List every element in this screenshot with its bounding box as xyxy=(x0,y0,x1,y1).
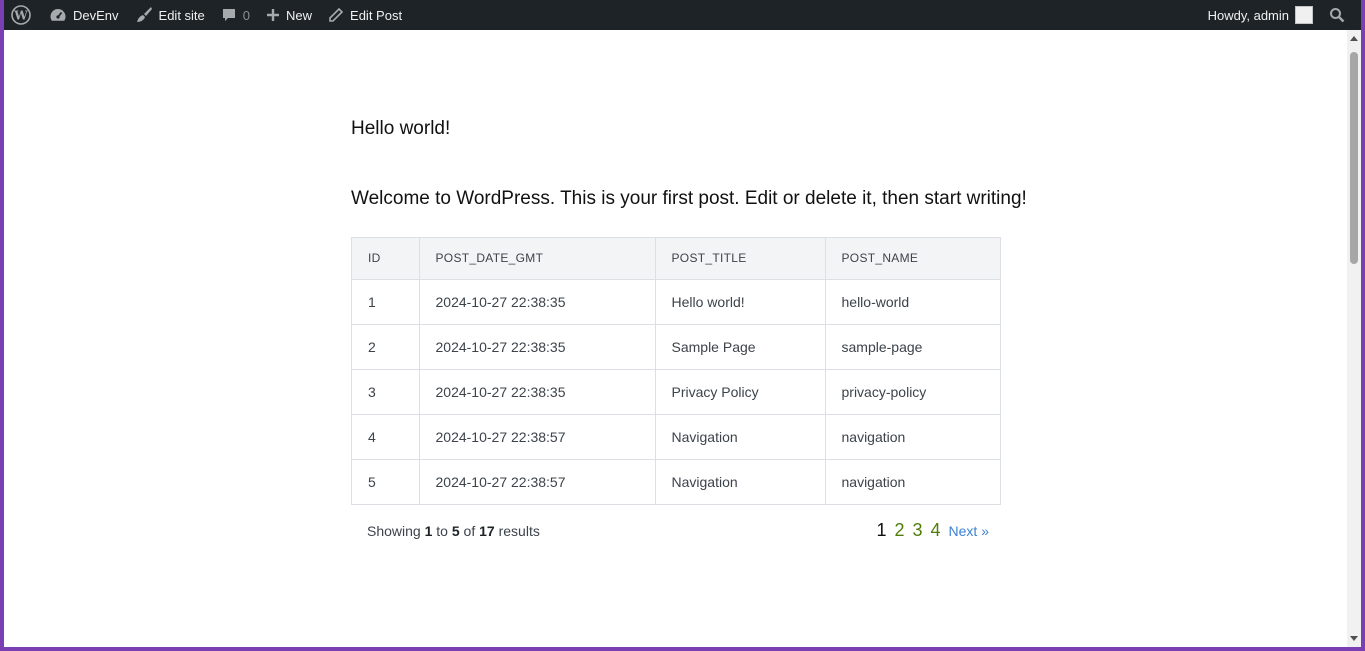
cell-post-name: sample-page xyxy=(825,324,1000,370)
my-account-menu[interactable]: Howdy, admin xyxy=(1200,0,1323,30)
search-button[interactable] xyxy=(1323,0,1361,30)
cell-post-title: Sample Page xyxy=(655,324,826,370)
pencil-icon xyxy=(328,7,344,23)
site-name-label: DevEnv xyxy=(73,7,119,23)
range-from: 1 xyxy=(424,522,433,539)
cell-post-name: navigation xyxy=(825,414,1000,460)
scrollbar-thumb[interactable] xyxy=(1350,52,1358,264)
total-count: 17 xyxy=(479,522,495,539)
new-content-menu[interactable]: New xyxy=(258,0,320,30)
results-word: results xyxy=(498,522,540,539)
page-links: 1 2 3 4 Next » xyxy=(868,520,989,541)
pagination-bar: Showing 1 to 5 of 17 results 1 2 3 4 Nex… xyxy=(367,520,989,541)
cell-id: 3 xyxy=(352,369,420,415)
scroll-up-arrow-icon[interactable] xyxy=(1350,36,1358,41)
browser-viewport: W DevEnv Edit site 0 New Edit Post Howdy… xyxy=(4,0,1361,647)
cell-id: 2 xyxy=(352,324,420,370)
column-header-post-name[interactable]: POST_NAME xyxy=(825,238,1000,280)
cell-id: 4 xyxy=(352,414,420,460)
table-row: 1 2024-10-27 22:38:35 Hello world! hello… xyxy=(352,279,1000,325)
edit-post-link[interactable]: Edit Post xyxy=(320,0,410,30)
wordpress-icon: W xyxy=(11,5,31,25)
site-name-menu[interactable]: DevEnv xyxy=(41,0,127,30)
showing-prefix: Showing xyxy=(367,522,421,539)
cell-post-title: Navigation xyxy=(655,414,826,460)
results-summary: Showing 1 to 5 of 17 results xyxy=(367,523,540,539)
edit-post-label: Edit Post xyxy=(350,7,403,23)
cell-post-name: privacy-policy xyxy=(825,369,1000,415)
column-header-id[interactable]: ID xyxy=(352,238,420,280)
comments-count: 0 xyxy=(242,7,251,23)
table-row: 3 2024-10-27 22:38:35 Privacy Policy pri… xyxy=(352,369,1000,415)
page-2-link[interactable]: 2 xyxy=(894,520,904,541)
to-word: to xyxy=(436,522,448,539)
cell-post-name: hello-world xyxy=(825,279,1000,325)
new-label: New xyxy=(286,7,313,23)
brush-icon xyxy=(135,6,153,24)
cell-post-date-gmt: 2024-10-27 22:38:57 xyxy=(419,459,656,504)
cell-post-title: Hello world! xyxy=(655,279,826,325)
search-icon xyxy=(1329,7,1345,23)
cell-post-title: Navigation xyxy=(655,459,826,504)
vertical-scrollbar[interactable] xyxy=(1347,30,1361,647)
column-header-post-title[interactable]: POST_TITLE xyxy=(655,238,826,280)
cell-post-date-gmt: 2024-10-27 22:38:35 xyxy=(419,324,656,370)
scroll-down-arrow-icon[interactable] xyxy=(1350,636,1358,641)
posts-table: ID POST_DATE_GMT POST_TITLE POST_NAME 1 … xyxy=(351,237,1001,505)
cell-post-date-gmt: 2024-10-27 22:38:57 xyxy=(419,414,656,460)
wordpress-logo-button[interactable]: W xyxy=(4,0,41,30)
range-to: 5 xyxy=(451,522,460,539)
plus-icon xyxy=(266,8,280,22)
page-1-current: 1 xyxy=(876,520,887,540)
svg-text:W: W xyxy=(13,9,28,23)
table-row: 2 2024-10-27 22:38:35 Sample Page sample… xyxy=(352,324,1000,370)
post-body-text: Welcome to WordPress. This is your first… xyxy=(351,188,1027,209)
cell-id: 5 xyxy=(352,459,420,504)
column-header-post-date-gmt[interactable]: POST_DATE_GMT xyxy=(419,238,656,280)
comments-link[interactable]: 0 xyxy=(213,0,258,30)
page-4-link[interactable]: 4 xyxy=(931,520,941,541)
of-word: of xyxy=(463,522,476,539)
cell-post-date-gmt: 2024-10-27 22:38:35 xyxy=(419,369,656,415)
dashboard-gauge-icon xyxy=(49,7,67,23)
howdy-label: Howdy, admin xyxy=(1207,7,1289,23)
avatar xyxy=(1295,6,1313,24)
post-title: Hello world! xyxy=(351,118,451,139)
edit-site-label: Edit site xyxy=(158,7,205,23)
next-page-link[interactable]: Next » xyxy=(949,523,989,539)
table-row: 4 2024-10-27 22:38:57 Navigation navigat… xyxy=(352,414,1000,460)
page-3-link[interactable]: 3 xyxy=(913,520,923,541)
comment-bubble-icon xyxy=(221,7,237,23)
cell-id: 1 xyxy=(352,279,420,325)
admin-bar: W DevEnv Edit site 0 New Edit Post Howdy… xyxy=(4,0,1361,30)
cell-post-name: navigation xyxy=(841,473,906,490)
edit-site-link[interactable]: Edit site xyxy=(127,0,213,30)
table-row: 5 2024-10-27 22:38:57 Navigation navigat… xyxy=(352,459,1000,504)
cell-post-title: Privacy Policy xyxy=(655,369,826,415)
cell-post-date-gmt: 2024-10-27 22:38:35 xyxy=(419,279,656,325)
table-header-row: ID POST_DATE_GMT POST_TITLE POST_NAME xyxy=(352,238,1000,280)
